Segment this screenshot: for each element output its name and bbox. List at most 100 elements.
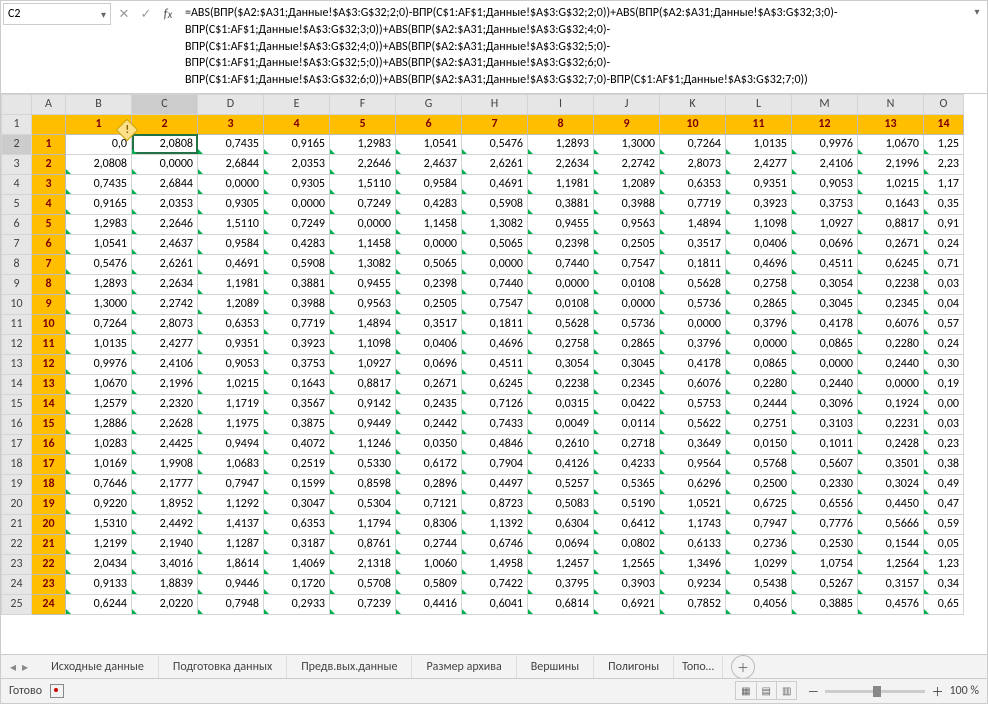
cell[interactable]: 0,3567 bbox=[264, 394, 330, 414]
cell[interactable]: 0,6921 bbox=[594, 594, 660, 614]
cell[interactable]: 1,2893 bbox=[66, 274, 132, 294]
cell[interactable]: 0,3517 bbox=[396, 314, 462, 334]
cell[interactable]: 0,9142 bbox=[330, 394, 396, 414]
cell[interactable]: 0,7646 bbox=[66, 474, 132, 494]
col-header-J[interactable]: J bbox=[594, 94, 660, 114]
cell[interactable]: 0,7435 bbox=[66, 174, 132, 194]
cell[interactable]: 0,03 bbox=[924, 414, 964, 434]
cell[interactable]: 0,6412 bbox=[594, 514, 660, 534]
row-header-21[interactable]: 21 bbox=[2, 514, 32, 534]
cell[interactable]: 0,4178 bbox=[792, 314, 858, 334]
cell[interactable]: 0,5809 bbox=[396, 574, 462, 594]
cell[interactable]: 1,2579 bbox=[66, 394, 132, 414]
row-label[interactable]: 1 bbox=[32, 134, 66, 154]
cell[interactable]: 0,7435 bbox=[198, 134, 264, 154]
cell[interactable]: 0,4497 bbox=[462, 474, 528, 494]
cell[interactable]: 0,6353 bbox=[660, 174, 726, 194]
cell[interactable]: 0,4450 bbox=[858, 494, 924, 514]
cell[interactable]: 0,6076 bbox=[660, 374, 726, 394]
cell[interactable]: 0,0000 bbox=[594, 294, 660, 314]
cell[interactable]: 0,2238 bbox=[858, 274, 924, 294]
cell[interactable]: 2,4106 bbox=[792, 154, 858, 174]
cell[interactable]: 1,2089 bbox=[198, 294, 264, 314]
cell[interactable]: 0,3649 bbox=[660, 434, 726, 454]
cell[interactable]: 2,2628 bbox=[132, 414, 198, 434]
cell[interactable]: 0,9351 bbox=[198, 334, 264, 354]
cell[interactable]: 0,6041 bbox=[462, 594, 528, 614]
cell[interactable]: 0,9165 bbox=[264, 134, 330, 154]
cell[interactable]: 1,1981 bbox=[528, 174, 594, 194]
row-label[interactable]: 17 bbox=[32, 454, 66, 474]
header-cell[interactable]: 12 bbox=[792, 114, 858, 134]
col-header-L[interactable]: L bbox=[726, 94, 792, 114]
cell[interactable]: 1,1292 bbox=[198, 494, 264, 514]
cell[interactable]: 1,23 bbox=[924, 554, 964, 574]
cell[interactable]: 1,4894 bbox=[330, 314, 396, 334]
cell[interactable]: 0,7239 bbox=[330, 594, 396, 614]
cell[interactable]: 0,5908 bbox=[264, 254, 330, 274]
cell[interactable]: 0,5438 bbox=[726, 574, 792, 594]
row-header-23[interactable]: 23 bbox=[2, 554, 32, 574]
cell[interactable]: 1,1975 bbox=[198, 414, 264, 434]
cell[interactable]: 1,0521 bbox=[660, 494, 726, 514]
sheet-tab[interactable]: Вершины bbox=[517, 656, 594, 678]
cell[interactable]: 0,5622 bbox=[660, 414, 726, 434]
cell[interactable]: 1,1458 bbox=[330, 234, 396, 254]
cell[interactable]: 0,4511 bbox=[462, 354, 528, 374]
cell[interactable]: 0,2444 bbox=[726, 394, 792, 414]
row-header-10[interactable]: 10 bbox=[2, 294, 32, 314]
cell[interactable]: 0,5753 bbox=[660, 394, 726, 414]
cell[interactable]: 0,5065 bbox=[396, 254, 462, 274]
row-header-24[interactable]: 24 bbox=[2, 574, 32, 594]
cell[interactable]: 0,0000 bbox=[792, 354, 858, 374]
row-label[interactable]: 8 bbox=[32, 274, 66, 294]
cell[interactable]: 2,2646 bbox=[330, 154, 396, 174]
cell[interactable]: 2,8073 bbox=[132, 314, 198, 334]
cell[interactable]: 1,0670 bbox=[858, 134, 924, 154]
header-cell[interactable]: 4 bbox=[264, 114, 330, 134]
cell[interactable]: 1,8952 bbox=[132, 494, 198, 514]
cell[interactable]: 0,2345 bbox=[858, 294, 924, 314]
cell[interactable]: 1,0135 bbox=[726, 134, 792, 154]
cell[interactable]: 0,2398 bbox=[528, 234, 594, 254]
cell[interactable]: 1,8614 bbox=[198, 554, 264, 574]
cell[interactable]: 1,1098 bbox=[726, 214, 792, 234]
cell[interactable]: 2,4637 bbox=[396, 154, 462, 174]
cell[interactable]: 0,5330 bbox=[330, 454, 396, 474]
cell[interactable]: 0,7440 bbox=[462, 274, 528, 294]
cell[interactable]: 1,4894 bbox=[660, 214, 726, 234]
cell[interactable]: 1,2983 bbox=[330, 134, 396, 154]
cell[interactable]: 0,0696 bbox=[396, 354, 462, 374]
col-header-O[interactable]: O bbox=[924, 94, 964, 114]
zoom-level[interactable]: 100 % bbox=[949, 684, 979, 698]
row-header-9[interactable]: 9 bbox=[2, 274, 32, 294]
cell[interactable]: 1,1458 bbox=[396, 214, 462, 234]
cell[interactable]: 0,4511 bbox=[792, 254, 858, 274]
sheet-tab[interactable]: Размер архива bbox=[412, 656, 516, 678]
worksheet[interactable]: ! ABCDEFGHIJKLMNO11234567891011121314210… bbox=[1, 94, 987, 640]
cell[interactable]: 0,3054 bbox=[528, 354, 594, 374]
cell[interactable]: 0,4178 bbox=[660, 354, 726, 374]
cell[interactable]: 0,3881 bbox=[264, 274, 330, 294]
cell[interactable]: 0,6172 bbox=[396, 454, 462, 474]
row-label[interactable]: 6 bbox=[32, 234, 66, 254]
cell[interactable]: 1,0683 bbox=[198, 454, 264, 474]
row-header-13[interactable]: 13 bbox=[2, 354, 32, 374]
cell[interactable]: 0,7947 bbox=[198, 474, 264, 494]
cell[interactable]: 0,0049 bbox=[528, 414, 594, 434]
cell[interactable]: 1,9908 bbox=[132, 454, 198, 474]
row-label[interactable]: 12 bbox=[32, 354, 66, 374]
cell[interactable]: 1,5310 bbox=[66, 514, 132, 534]
cell[interactable]: 1,3082 bbox=[330, 254, 396, 274]
cell[interactable]: 1,0299 bbox=[726, 554, 792, 574]
cell[interactable]: 0,49 bbox=[924, 474, 964, 494]
cell[interactable]: 0,2718 bbox=[594, 434, 660, 454]
cell[interactable]: 0,1811 bbox=[660, 254, 726, 274]
cell[interactable]: 2,4637 bbox=[132, 234, 198, 254]
cell[interactable]: 0,04 bbox=[924, 294, 964, 314]
cell[interactable]: 0,8598 bbox=[330, 474, 396, 494]
cell[interactable]: 0,2435 bbox=[396, 394, 462, 414]
cell[interactable]: 2,0353 bbox=[132, 194, 198, 214]
cell[interactable]: 0,3885 bbox=[792, 594, 858, 614]
cell[interactable]: 0,59 bbox=[924, 514, 964, 534]
